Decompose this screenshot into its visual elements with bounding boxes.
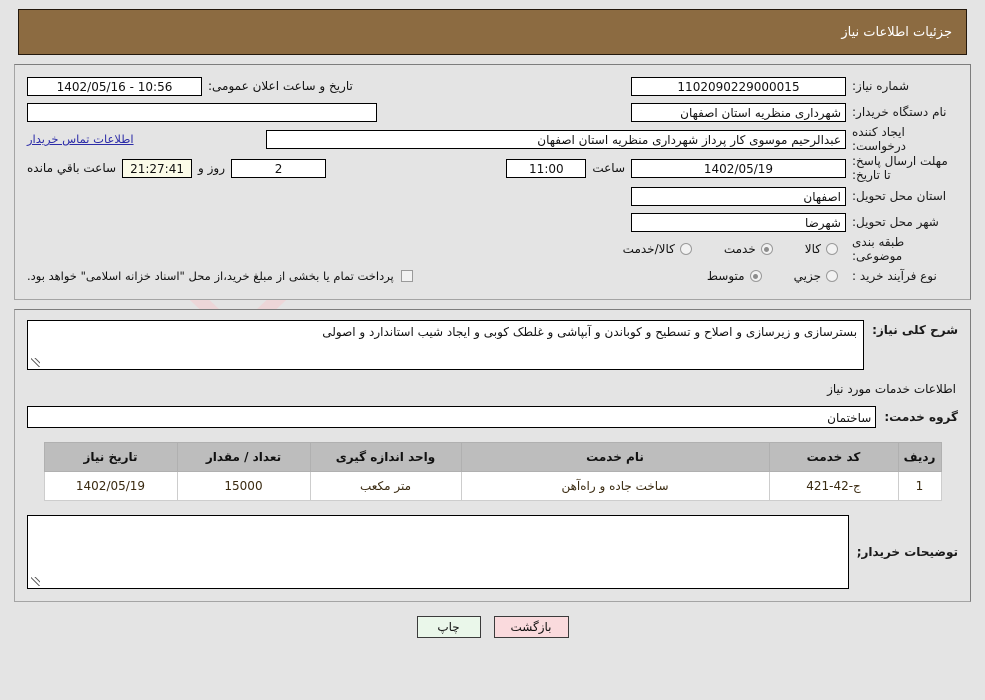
footer-button-bar: بازگشت چاپ [0,616,985,638]
radio-icon[interactable] [760,243,773,255]
row-response-deadline: مهلت ارسال پاسخ: تا تاریخ: 1402/05/19 سا… [27,153,958,183]
remaining-time-label: ساعت باقي مانده [27,161,117,175]
process-option-medium[interactable]: متوسط [707,269,762,283]
subject-category-label: طبقه بندی موضوعی: [852,235,905,263]
row-subject-category: طبقه بندی موضوعی: کالا خدمت کالا/خدمت [27,235,958,263]
cell-row-no: 1 [897,471,942,501]
buyer-notes-label: توضیحات خریدار; [856,545,958,559]
buyer-org-extra-field[interactable] [27,102,377,122]
cell-service-name: ساخت جاده و راه‌آهن [460,471,770,501]
category-option-label: کالا [804,242,821,256]
category-option-goods-service[interactable]: کالا/خدمت [623,242,692,256]
back-button[interactable]: بازگشت [493,616,569,638]
th-service-name[interactable]: نام خدمت [460,442,770,472]
row-purchase-process: نوع فرآیند خرید : جزیي متوسط پرداخت تمام… [27,263,958,289]
category-option-label: کالا/خدمت [622,242,675,256]
th-unit[interactable]: واحد اندازه گیری [309,442,462,472]
deadline-date-field[interactable]: 1402/05/19 [631,158,846,178]
service-group-label: گروه خدمت: [884,410,958,424]
need-summary-textarea[interactable]: بسترسازی و زیرسازی و اصلاح و تسطیح و کوب… [27,320,865,370]
th-row-no[interactable]: ردیف [897,442,942,472]
category-option-goods[interactable]: کالا [805,242,838,256]
need-number-label: شماره نیاز: [852,79,909,93]
need-number-field[interactable]: 1102090229000015 [631,76,846,96]
buyer-org-field[interactable]: شهرداری منظریه استان اصفهان [631,102,846,122]
buyer-contact-link[interactable]: اطلاعات تماس خریدار [27,132,134,146]
table-row: 1 ج-42-421 ساخت جاده و راه‌آهن متر مکعب … [43,471,942,501]
service-group-field[interactable]: ساختمان [27,406,877,428]
hour-label: ساعت [592,161,625,175]
need-summary-panel: شماره نیاز: 1102090229000015 تاریخ و ساع… [14,64,971,300]
delivery-city-field[interactable]: شهرضا [631,212,846,232]
row-buyer-org: نام دستگاه خریدار: شهرداری منظریه استان … [27,99,958,125]
radio-icon[interactable] [826,243,838,255]
row-delivery-province: استان محل تحویل: اصفهان [27,183,958,209]
delivery-province-label: استان محل تحویل: [852,189,947,203]
buyer-notes-textarea[interactable] [27,515,849,589]
category-option-label: خدمت [723,242,756,256]
need-summary-label: شرح کلی نیاز: [872,323,958,337]
remaining-days-field[interactable]: 2 [231,158,327,178]
cell-quantity: 15000 [176,471,311,501]
treasury-bonds-checkbox[interactable] [400,270,413,282]
remaining-days-label: روز و [198,161,226,175]
request-creator-field[interactable]: عبدالرحیم موسوی کار پرداز شهرداری منظریه… [266,129,846,149]
th-quantity[interactable]: تعداد / مقدار [176,442,311,472]
radio-icon[interactable] [679,243,692,255]
purchase-process-label: نوع فرآیند خرید : [852,269,937,283]
buyer-org-label: نام دستگاه خریدار: [852,105,947,119]
radio-icon[interactable] [749,270,762,282]
table-header-row: ردیف کد خدمت نام خدمت واحد اندازه گیری ت… [43,442,942,472]
row-need-summary: شرح کلی نیاز: بسترسازی و زیرسازی و اصلاح… [27,320,958,370]
treasury-bonds-text: پرداخت تمام یا بخشی از مبلغ خرید،از محل … [27,269,394,283]
category-option-service[interactable]: خدمت [724,242,773,256]
process-option-label: متوسط [706,269,745,283]
remaining-time-field[interactable]: 21:27:41 [122,158,193,178]
print-button[interactable]: چاپ [416,616,481,638]
row-service-group: گروه خدمت: ساختمان [27,406,958,428]
delivery-province-field[interactable]: اصفهان [631,186,846,206]
page-header: جزئیات اطلاعات نیاز [18,9,967,55]
row-need-number: شماره نیاز: 1102090229000015 تاریخ و ساع… [27,73,958,99]
row-request-creator: ایجاد کننده درخواست: عبدالرحیم موسوی کار… [27,125,958,153]
radio-icon[interactable] [826,270,838,282]
process-option-minor[interactable]: جزیي [794,269,838,283]
page-title: جزئیات اطلاعات نیاز [841,24,952,40]
deadline-time-field[interactable]: 11:00 [506,158,587,178]
th-service-code[interactable]: کد خدمت [768,442,899,472]
announce-datetime-label: تاریخ و ساعت اعلان عمومی: [208,79,353,93]
cell-need-date: 1402/05/19 [43,471,178,501]
need-details-panel: شرح کلی نیاز: بسترسازی و زیرسازی و اصلاح… [14,309,971,602]
cell-service-code: ج-42-421 [768,471,899,501]
delivery-city-label: شهر محل تحویل: [852,215,939,229]
cell-unit: متر مکعب [309,471,462,501]
announce-datetime-field[interactable]: 10:56 - 1402/05/16 [27,76,202,96]
services-section-title: اطلاعات خدمات مورد نیاز [827,382,956,396]
response-deadline-label: مهلت ارسال پاسخ: تا تاریخ: [852,154,948,182]
row-delivery-city: شهر محل تحویل: شهرضا [27,209,958,235]
process-option-label: جزیي [793,269,821,283]
page-root: جزئیات اطلاعات نیاز شماره نیاز: 11020902… [0,9,985,638]
th-need-date[interactable]: تاریخ نیاز [43,442,178,472]
request-creator-label: ایجاد کننده درخواست: [852,125,906,153]
row-buyer-notes: توضیحات خریدار; [27,515,958,589]
services-table: ردیف کد خدمت نام خدمت واحد اندازه گیری ت… [43,442,942,501]
